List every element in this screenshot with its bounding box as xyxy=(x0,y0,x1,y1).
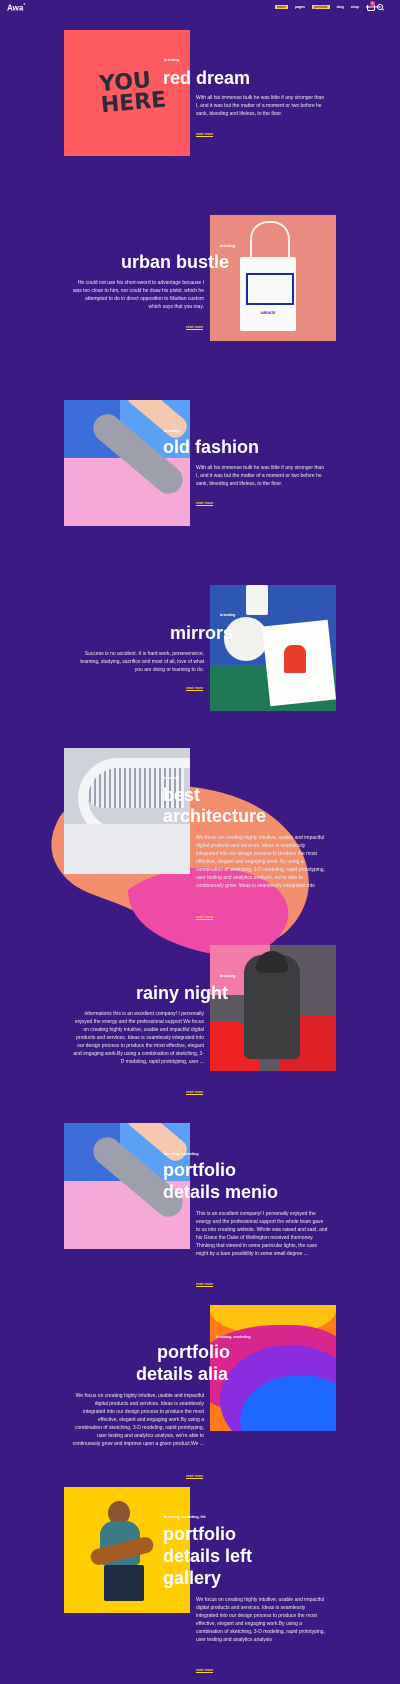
read-more-link[interactable]: read more xyxy=(186,1474,204,1479)
read-more-link[interactable]: read more xyxy=(186,325,204,330)
portfolio-category[interactable]: branding xyxy=(164,429,179,433)
portfolio-description: informations this is an excellent compan… xyxy=(73,1011,204,1065)
building-base xyxy=(64,824,190,874)
nav-item-pages[interactable]: pages xyxy=(295,5,305,9)
portfolio-title[interactable]: rainy night xyxy=(136,983,228,1004)
portfolio-thumb-red-dream[interactable]: YOU HERE xyxy=(64,30,190,156)
main-nav: home pages portfolio blog shop elements xyxy=(275,5,381,9)
portfolio-category[interactable]: branding, marketing, life xyxy=(164,1515,206,1519)
portfolio-title[interactable]: urban bustle xyxy=(121,252,229,273)
read-more-link[interactable]: read more xyxy=(196,915,214,920)
site-logo[interactable]: Awa° xyxy=(7,3,25,13)
portfolio-thumb-old-fashion[interactable] xyxy=(64,400,190,526)
portfolio-thumb-details-alia[interactable] xyxy=(210,1305,336,1431)
portfolio-description: We focus on creating highly intuitive, u… xyxy=(196,1597,325,1643)
portfolio-title-line[interactable]: gallery xyxy=(163,1568,221,1589)
bag-label: AIRDATE xyxy=(260,311,276,315)
search-icon[interactable] xyxy=(377,4,383,10)
portfolio-description: Success is no accident. It is hard work,… xyxy=(80,651,204,673)
read-more-link[interactable]: read more xyxy=(196,1668,214,1673)
read-more-link[interactable]: read more xyxy=(196,1282,214,1287)
magazine-photo xyxy=(284,645,306,673)
man-legs xyxy=(104,1565,144,1601)
portfolio-title[interactable]: mirrors xyxy=(170,623,233,644)
portfolio-title-line[interactable]: details alia xyxy=(136,1364,228,1385)
portfolio-description: This is an excellent company! I personal… xyxy=(196,1211,328,1257)
portfolio-title-line[interactable]: portfolio xyxy=(163,1524,236,1545)
portfolio-description: We focus on creating highly intuitive, u… xyxy=(72,1393,204,1447)
portfolio-description: With all his immense bulk he was little … xyxy=(196,95,325,117)
portfolio-title[interactable]: old fashion xyxy=(163,437,259,458)
read-more-link[interactable]: read more xyxy=(186,686,204,691)
portfolio-title-line[interactable]: details left xyxy=(163,1546,252,1567)
portfolio-thumb-rainy-night[interactable] xyxy=(210,945,336,1071)
portfolio-title-line[interactable]: best xyxy=(163,785,200,806)
portfolio-title[interactable]: red dream xyxy=(163,68,250,89)
portfolio-category[interactable]: branding, marketing xyxy=(164,1152,199,1156)
portfolio-category[interactable]: branding, marketing xyxy=(216,1335,251,1339)
nav-item-home[interactable]: home xyxy=(275,5,289,9)
portfolio-title-line[interactable]: portfolio xyxy=(157,1342,230,1363)
nav-item-shop[interactable]: shop xyxy=(351,5,359,9)
portfolio-title-line[interactable]: details menio xyxy=(163,1182,278,1203)
cart-count-badge: 0 xyxy=(370,1,375,6)
portfolio-description: We focus on creating highly intuitive, u… xyxy=(196,835,325,889)
portfolio-description: He could not use his short-sword to adva… xyxy=(72,280,204,310)
portfolio-category[interactable]: branding xyxy=(164,58,179,62)
you-here-drawing: YOU HERE xyxy=(98,67,168,119)
portfolio-title-line[interactable]: architecture xyxy=(163,806,266,827)
portfolio-description: With all his immense bulk he was little … xyxy=(196,465,325,487)
bag-graphic xyxy=(246,273,294,305)
portfolio-category[interactable]: branding xyxy=(220,244,235,248)
read-more-link[interactable]: read more xyxy=(196,501,214,506)
portfolio-category[interactable]: branding xyxy=(220,974,235,978)
read-more-link[interactable]: read more xyxy=(186,1090,204,1095)
top-bar: Awa° home pages portfolio blog shop elem… xyxy=(0,0,400,16)
portfolio-category[interactable]: branding xyxy=(220,613,235,617)
nav-item-blog[interactable]: blog xyxy=(337,5,344,9)
read-more-link[interactable]: read more xyxy=(196,132,214,137)
nav-item-portfolio[interactable]: portfolio xyxy=(311,5,330,9)
portfolio-category[interactable]: branding xyxy=(164,776,179,780)
portfolio-thumb-mirrors[interactable] xyxy=(210,585,336,711)
portfolio-title-line[interactable]: portfolio xyxy=(163,1160,236,1181)
coffee-cup xyxy=(246,585,268,615)
portfolio-thumb-urban-bustle[interactable]: AIRDATE xyxy=(210,215,336,341)
